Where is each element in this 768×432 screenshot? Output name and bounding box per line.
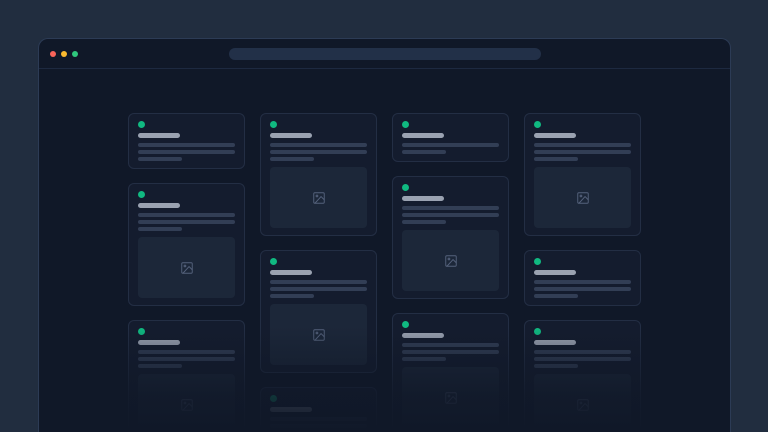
status-dot <box>138 191 145 198</box>
image-icon <box>180 261 194 275</box>
skeleton-line-short <box>534 364 578 368</box>
status-dot <box>534 328 541 335</box>
skeleton-line-short <box>402 150 446 154</box>
feed-grid <box>39 69 730 432</box>
image-icon <box>576 191 590 205</box>
skeleton-line-long <box>270 280 367 284</box>
skeleton-line-short <box>534 157 578 161</box>
image-icon <box>312 328 326 342</box>
browser-titlebar <box>39 39 730 69</box>
feed-card-with-image[interactable] <box>524 113 641 236</box>
feed-card[interactable] <box>260 387 377 432</box>
skeleton-line-long <box>270 287 367 291</box>
skeleton-line-short <box>534 294 578 298</box>
skeleton-line-long <box>138 220 235 224</box>
status-dot <box>270 258 277 265</box>
feed-card[interactable] <box>524 250 641 306</box>
image-icon <box>180 398 194 412</box>
image-icon <box>444 391 458 405</box>
image-placeholder <box>534 374 631 432</box>
skeleton-title <box>270 407 312 412</box>
skeleton-line-short <box>270 157 314 161</box>
skeleton-line-long <box>534 357 631 361</box>
url-bar-input[interactable] <box>229 48 541 60</box>
skeleton-title <box>402 133 444 138</box>
feed-card-with-image[interactable] <box>128 320 245 432</box>
image-placeholder <box>534 167 631 228</box>
skeleton-title <box>402 196 444 201</box>
image-placeholder <box>402 367 499 428</box>
image-icon <box>576 398 590 412</box>
skeleton-line-long <box>402 343 499 347</box>
status-dot <box>270 121 277 128</box>
status-dot <box>402 184 409 191</box>
skeleton-line-long <box>138 213 235 217</box>
skeleton-line-long <box>534 280 631 284</box>
feed-card[interactable] <box>128 113 245 169</box>
image-icon <box>444 254 458 268</box>
skeleton-title <box>270 270 312 275</box>
skeleton-line-long <box>270 424 367 428</box>
skeleton-line-long <box>138 350 235 354</box>
masonry-column-4 <box>524 113 641 432</box>
skeleton-line-long <box>270 143 367 147</box>
skeleton-line-long <box>270 150 367 154</box>
maximize-window-button[interactable] <box>72 51 78 57</box>
skeleton-line-short <box>270 294 314 298</box>
skeleton-title <box>534 340 576 345</box>
skeleton-line-long <box>138 143 235 147</box>
image-placeholder <box>270 167 367 228</box>
image-placeholder <box>402 230 499 291</box>
skeleton-line-short <box>138 227 182 231</box>
skeleton-line-long <box>402 213 499 217</box>
feed-card-with-image[interactable] <box>392 176 509 299</box>
feed-card[interactable] <box>392 113 509 162</box>
masonry-column-1 <box>128 113 245 432</box>
status-dot <box>270 395 277 402</box>
masonry-column-3 <box>392 113 509 432</box>
status-dot <box>534 258 541 265</box>
skeleton-title <box>534 133 576 138</box>
feed-card-with-image[interactable] <box>260 113 377 236</box>
browser-window <box>38 38 731 432</box>
skeleton-line-short <box>402 220 446 224</box>
status-dot <box>402 121 409 128</box>
skeleton-line-long <box>402 143 499 147</box>
status-dot <box>138 121 145 128</box>
desktop-background <box>0 0 768 432</box>
skeleton-title <box>138 133 180 138</box>
skeleton-line-long <box>402 206 499 210</box>
image-placeholder <box>138 374 235 432</box>
feed-card-with-image[interactable] <box>392 313 509 432</box>
skeleton-line-short <box>138 364 182 368</box>
skeleton-title <box>402 333 444 338</box>
masonry-column-2 <box>260 113 377 432</box>
skeleton-line-long <box>138 150 235 154</box>
close-window-button[interactable] <box>50 51 56 57</box>
status-dot <box>402 321 409 328</box>
skeleton-line-short <box>402 357 446 361</box>
skeleton-line-long <box>534 150 631 154</box>
skeleton-title <box>534 270 576 275</box>
image-placeholder <box>270 304 367 365</box>
skeleton-line-long <box>270 417 367 421</box>
skeleton-line-long <box>138 357 235 361</box>
skeleton-line-long <box>534 350 631 354</box>
status-dot <box>138 328 145 335</box>
skeleton-title <box>270 133 312 138</box>
skeleton-line-long <box>534 287 631 291</box>
feed-card-with-image[interactable] <box>128 183 245 306</box>
window-controls <box>50 51 78 57</box>
skeleton-line-short <box>138 157 182 161</box>
feed-card-with-image[interactable] <box>260 250 377 373</box>
feed-card-with-image[interactable] <box>524 320 641 432</box>
skeleton-line-long <box>402 350 499 354</box>
image-placeholder <box>138 237 235 298</box>
skeleton-title <box>138 203 180 208</box>
skeleton-title <box>138 340 180 345</box>
minimize-window-button[interactable] <box>61 51 67 57</box>
skeleton-line-long <box>534 143 631 147</box>
status-dot <box>534 121 541 128</box>
image-icon <box>312 191 326 205</box>
